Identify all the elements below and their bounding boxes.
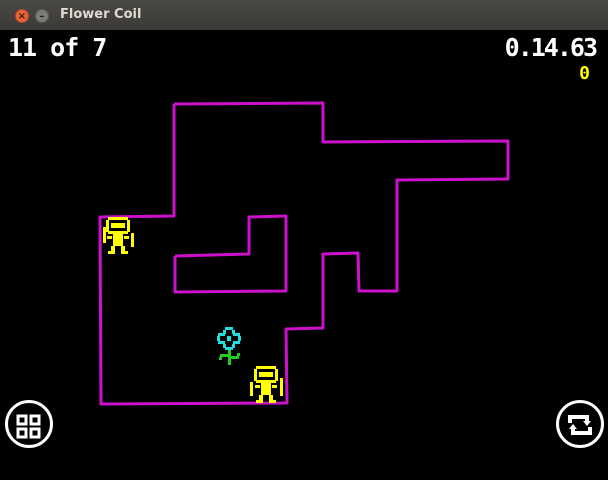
maze-wall-inner bbox=[173, 214, 288, 294]
grid-icon bbox=[16, 414, 41, 439]
level-counter: 11 of 7 bbox=[8, 33, 107, 62]
maze-board bbox=[98, 101, 510, 406]
minimize-button[interactable]: – bbox=[35, 9, 49, 23]
robot-character-2 bbox=[250, 366, 283, 403]
title-bar: × – Flower Coil bbox=[0, 0, 608, 31]
flower-goal bbox=[217, 327, 241, 365]
restart-icon bbox=[568, 415, 592, 435]
app-window: × – Flower Coil 11 of 7 0.14.63 0 bbox=[0, 0, 608, 480]
window-title: Flower Coil bbox=[60, 7, 142, 22]
restart-button[interactable] bbox=[556, 400, 604, 448]
close-button[interactable]: × bbox=[15, 9, 29, 23]
game-area[interactable]: 11 of 7 0.14.63 0 bbox=[0, 30, 608, 480]
robot-character-1 bbox=[103, 217, 134, 254]
score-display: 0 bbox=[579, 63, 590, 84]
menu-button[interactable] bbox=[5, 400, 53, 448]
timer-display: 0.14.63 bbox=[504, 33, 598, 62]
maze-wall-outer bbox=[98, 101, 510, 406]
